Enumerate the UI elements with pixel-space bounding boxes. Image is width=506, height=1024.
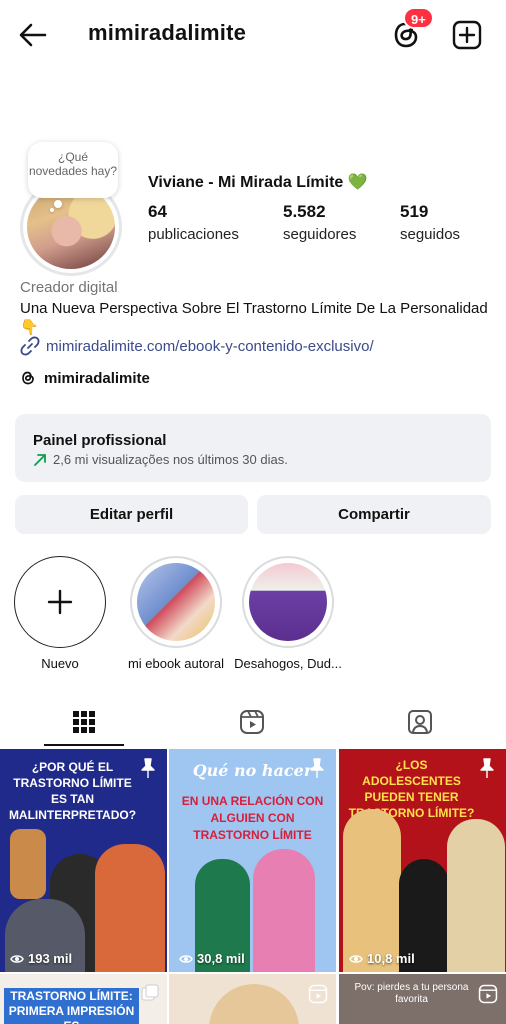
post-view-count: 30,8 mil xyxy=(179,951,245,966)
highlight-ebook[interactable]: mi ebook autoral xyxy=(127,556,225,671)
post-art xyxy=(253,849,315,972)
plus-square-icon xyxy=(452,20,482,50)
profile-bio: Una Nueva Perspectiva Sobre El Trastorno… xyxy=(20,300,488,336)
highlight-desahogos[interactable]: Desahogos, Dud... xyxy=(232,556,344,671)
post-tile[interactable]: Qué no hacer EN UNA RELACIÓN CON ALGUIEN… xyxy=(169,749,336,972)
stat-posts-label: publicaciones xyxy=(148,226,239,243)
post-tile[interactable]: ¿POR QUÉ EL TRASTORNO LÍMITE ES TAN MALI… xyxy=(0,749,167,972)
post-view-count: 193 mil xyxy=(10,951,72,966)
stat-posts-count: 64 xyxy=(148,202,167,221)
post-view-count: 10,8 mil xyxy=(349,951,415,966)
post-title-line2: EN UNA RELACIÓN CON ALGUIEN CON TRASTORN… xyxy=(181,794,324,842)
grid-icon xyxy=(73,711,95,733)
plus-icon xyxy=(47,589,72,614)
post-title: TRASTORNO LÍMITE: PRIMERA IMPRESIÓN ES xyxy=(4,988,139,1024)
profile-link[interactable]: mimiradalimite.com/ebook-y-contenido-exc… xyxy=(20,336,374,356)
stat-followers-label: seguidores xyxy=(283,226,357,243)
threads-profile-link[interactable]: mimiradalimite xyxy=(20,369,150,387)
pro-panel-subtitle: 2,6 mi visualizações nos últimos 30 dias… xyxy=(53,452,288,467)
stat-following-label: seguidos xyxy=(400,226,461,243)
highlight-ebook-cover xyxy=(130,556,222,648)
eye-icon xyxy=(179,954,193,963)
post-art xyxy=(343,809,401,972)
post-views-text: 10,8 mil xyxy=(367,951,415,966)
post-art xyxy=(447,819,505,972)
pin-icon xyxy=(310,758,324,778)
stat-following[interactable]: 519 seguidos xyxy=(400,202,460,243)
post-art xyxy=(95,844,165,972)
top-bar: mimiradalimite 9+ xyxy=(0,0,506,70)
threads-handle: mimiradalimite xyxy=(44,369,150,387)
note-bubble[interactable]: ¿Qué novedades hay? xyxy=(28,142,118,198)
pro-panel-title: Painel profissional xyxy=(33,432,167,449)
eye-icon xyxy=(10,954,24,963)
active-tab-indicator xyxy=(44,744,124,746)
post-tile[interactable]: ¿LOS ADOLESCENTES PUEDEN TENER TRASTORNO… xyxy=(339,749,506,972)
highlight-ebook-image xyxy=(137,563,215,641)
stat-followers-count: 5.582 xyxy=(283,202,326,221)
stat-following-count: 519 xyxy=(400,202,429,221)
share-profile-button[interactable]: Compartir xyxy=(257,495,491,534)
note-text: ¿Qué novedades hay? xyxy=(28,150,118,178)
display-name: Viviane - Mi Mirada Límite 💚 xyxy=(148,174,368,191)
post-art xyxy=(10,829,46,899)
stat-followers[interactable]: 5.582 seguidores xyxy=(283,202,356,243)
tab-grid[interactable] xyxy=(0,698,168,746)
post-art xyxy=(209,984,299,1024)
post-title: Pov: pierdes a tu persona favorita xyxy=(354,982,469,1005)
tab-tagged[interactable] xyxy=(336,698,504,746)
reel-icon xyxy=(308,984,328,1004)
post-tile[interactable] xyxy=(169,974,336,1024)
highlight-ebook-label: mi ebook autoral xyxy=(127,656,225,671)
arrow-left-icon xyxy=(19,23,47,47)
trend-up-icon xyxy=(34,453,46,466)
tagged-user-icon xyxy=(408,710,432,734)
post-title: ¿POR QUÉ EL TRASTORNO LÍMITE ES TAN MALI… xyxy=(8,760,137,822)
pin-icon xyxy=(141,758,155,778)
note-tail-dot xyxy=(54,200,62,208)
pin-icon xyxy=(480,758,494,778)
note-tail-dot-small xyxy=(50,208,54,212)
back-button[interactable] xyxy=(18,20,52,50)
post-tile[interactable]: TRASTORNO LÍMITE: PRIMERA IMPRESIÓN ES xyxy=(0,974,167,1024)
highlight-new[interactable]: Nuevo xyxy=(13,556,107,671)
professional-dashboard[interactable]: Painel profissional 2,6 mi visualizações… xyxy=(15,414,491,482)
eye-icon xyxy=(349,954,363,963)
notification-badge: 9+ xyxy=(403,7,434,29)
carousel-icon xyxy=(141,984,159,1001)
post-tile[interactable]: Pov: pierdes a tu persona favorita xyxy=(339,974,506,1024)
profile-tabs xyxy=(0,698,506,746)
profile-category: Creador digital xyxy=(20,279,118,296)
highlight-desahogos-image xyxy=(249,563,327,641)
pro-panel-subtitle-row: 2,6 mi visualizações nos últimos 30 dias… xyxy=(33,452,288,467)
reels-icon xyxy=(240,710,264,734)
edit-profile-button[interactable]: Editar perfil xyxy=(15,495,248,534)
highlight-desahogos-cover xyxy=(242,556,334,648)
create-button[interactable] xyxy=(452,20,482,50)
highlight-new-label: Nuevo xyxy=(41,656,79,671)
link-icon xyxy=(20,336,40,356)
tab-reels[interactable] xyxy=(168,698,336,746)
profile-link-text: mimiradalimite.com/ebook-y-contenido-exc… xyxy=(46,337,374,355)
threads-icon xyxy=(22,371,34,385)
stat-posts[interactable]: 64 publicaciones xyxy=(148,202,239,243)
highlight-new-circle xyxy=(14,556,106,648)
post-views-text: 193 mil xyxy=(28,951,73,966)
profile-username: mimiradalimite xyxy=(88,20,247,45)
post-views-text: 30,8 mil xyxy=(197,951,245,966)
highlight-desahogos-label: Desahogos, Dud... xyxy=(234,656,342,671)
reel-icon xyxy=(478,984,498,1004)
